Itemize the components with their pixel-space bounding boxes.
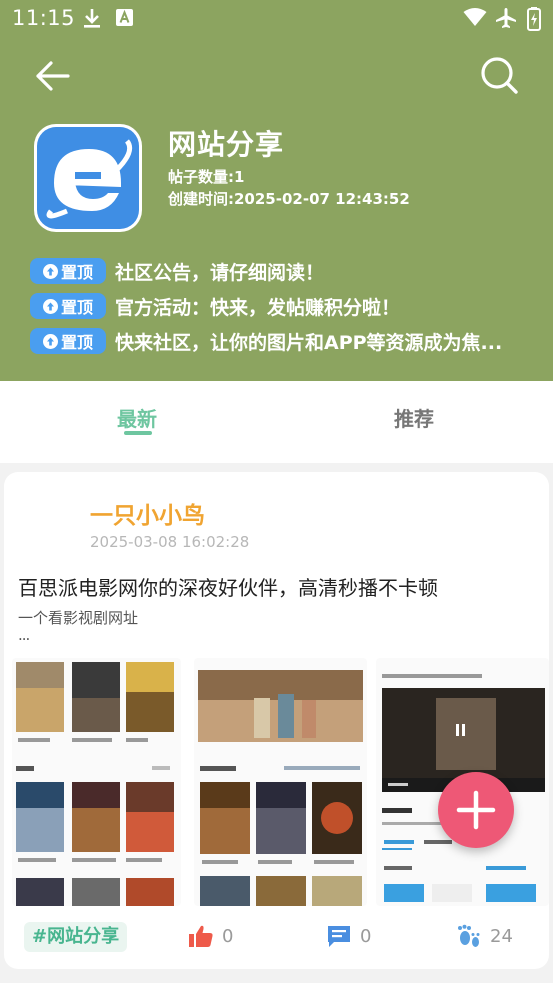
arrow-up-icon xyxy=(42,333,58,349)
comment-count: 0 xyxy=(360,925,372,947)
pinned-badge-label: 置顶 xyxy=(60,263,93,282)
active-tab-indicator xyxy=(124,431,152,435)
pinned-post-3[interactable]: 置顶 快来社区，让你的图片和APP等资源成为焦... xyxy=(30,327,515,355)
post-excerpt: 一个看影视剧网址 xyxy=(18,609,139,627)
pinned-post-title: 社区公告，请仔细阅读！ xyxy=(115,261,325,284)
arrow-up-icon xyxy=(42,298,58,314)
visit-count: 24 xyxy=(490,925,513,947)
pinned-badge-label: 置顶 xyxy=(60,333,93,352)
status-bar: 11:15 xyxy=(0,0,553,38)
post-image-2[interactable] xyxy=(194,658,367,906)
group-header: 11:15 网站分享 帖子数量:1 创建时间:2025-02-07 12:43:… xyxy=(0,0,553,381)
post-count: 帖子数量:1 xyxy=(168,168,245,186)
comment-button[interactable]: 0 xyxy=(326,924,371,948)
post-excerpt-more: ... xyxy=(18,626,30,644)
comment-icon xyxy=(328,926,350,947)
group-avatar xyxy=(34,124,142,232)
browser-e-icon xyxy=(46,139,133,219)
post-title[interactable]: 百思派电影网你的深夜好伙伴，高清秒播不卡顿 xyxy=(18,572,438,601)
pinned-post-title: 官方活动：快来，发帖赚积分啦！ xyxy=(115,296,401,319)
footprints-icon xyxy=(458,924,480,947)
plus-icon xyxy=(456,790,496,830)
topic-tag[interactable]: #网站分享 xyxy=(24,922,128,952)
pinned-post-2[interactable]: 置顶 官方活动：快来，发帖赚积分啦！ xyxy=(30,292,515,320)
post-timestamp: 2025-03-08 16:02:28 xyxy=(90,533,250,551)
thumbs-up-icon xyxy=(189,925,213,947)
group-title: 网站分享 xyxy=(168,128,285,161)
keyboard-a-icon xyxy=(116,9,133,26)
pinned-post-title: 快来社区，让你的图片和APP等资源成为焦... xyxy=(115,331,503,354)
search-icon[interactable] xyxy=(478,54,520,96)
like-count: 0 xyxy=(222,925,234,947)
airplane-icon xyxy=(496,8,516,28)
new-post-button[interactable] xyxy=(438,772,514,848)
post-card[interactable]: 一只小小鸟 2025-03-08 16:02:28 百思派电影网你的深夜好伙伴，… xyxy=(4,472,549,969)
like-button[interactable]: 0 xyxy=(188,924,233,948)
post-image-1[interactable] xyxy=(12,658,181,906)
pinned-post-1[interactable]: 置顶 社区公告，请仔细阅读！ xyxy=(30,257,515,285)
created-date: 创建时间:2025-02-07 12:43:52 xyxy=(168,190,410,208)
tab-latest[interactable]: 最新 xyxy=(117,403,157,432)
pinned-badge-label: 置顶 xyxy=(60,298,93,317)
pinned-badge: 置顶 xyxy=(30,328,106,354)
post-action-bar: #网站分享 0 0 24 xyxy=(4,916,549,956)
visits-button[interactable]: 24 xyxy=(456,924,513,948)
pinned-badge: 置顶 xyxy=(30,293,106,319)
tab-recommend[interactable]: 推荐 xyxy=(394,403,434,432)
battery-charging-icon xyxy=(527,7,541,31)
pinned-badge: 置顶 xyxy=(30,258,106,284)
wifi-icon xyxy=(463,8,487,26)
download-icon xyxy=(84,9,100,28)
back-arrow-icon[interactable] xyxy=(32,56,72,96)
author-name[interactable]: 一只小小鸟 xyxy=(90,496,205,530)
arrow-up-icon xyxy=(42,263,58,279)
status-time: 11:15 xyxy=(12,6,76,30)
tab-bar: 最新 推荐 xyxy=(0,381,553,463)
